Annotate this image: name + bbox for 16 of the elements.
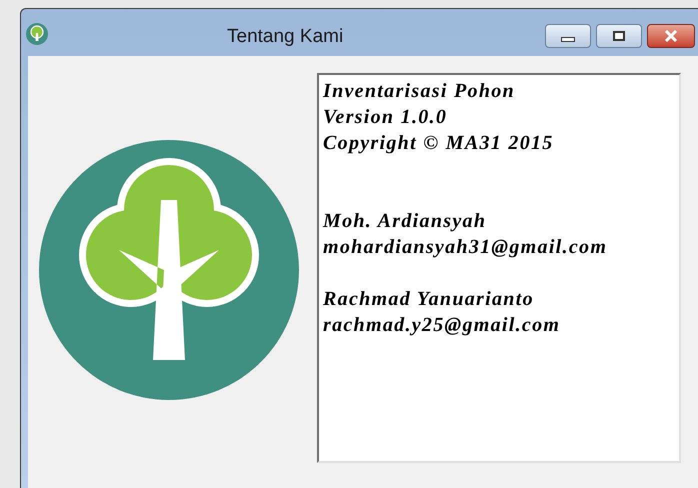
close-icon xyxy=(664,30,678,42)
minimize-button[interactable] xyxy=(545,24,591,48)
text-line: Version 1.0.0 xyxy=(323,105,448,130)
close-button[interactable] xyxy=(647,24,695,48)
maximize-button[interactable] xyxy=(596,24,642,48)
text-line: Copyright © MA31 2015 xyxy=(323,131,554,156)
minimize-icon xyxy=(561,36,575,42)
about-text-area[interactable]: Inventarisasi Pohon Version 1.0.0 Copyright © MA31 2015 Moh. Ardiansyah mohardiansyah31@gmail.com Rachmad Yanuarianto rachmad.y25@gmail.com xyxy=(317,73,681,463)
text-line: mohardiansyah31@gmail.com xyxy=(323,235,608,260)
text-line: rachmad.y25@gmail.com xyxy=(323,313,560,338)
text-line: Moh. Ardiansyah xyxy=(323,209,486,234)
text-line: Inventarisasi Pohon xyxy=(323,79,515,104)
tree-icon xyxy=(26,23,48,45)
window-title: Tentang Kami xyxy=(227,25,344,49)
maximize-icon xyxy=(613,31,625,41)
text-line: Rachmad Yanuarianto xyxy=(323,287,534,312)
